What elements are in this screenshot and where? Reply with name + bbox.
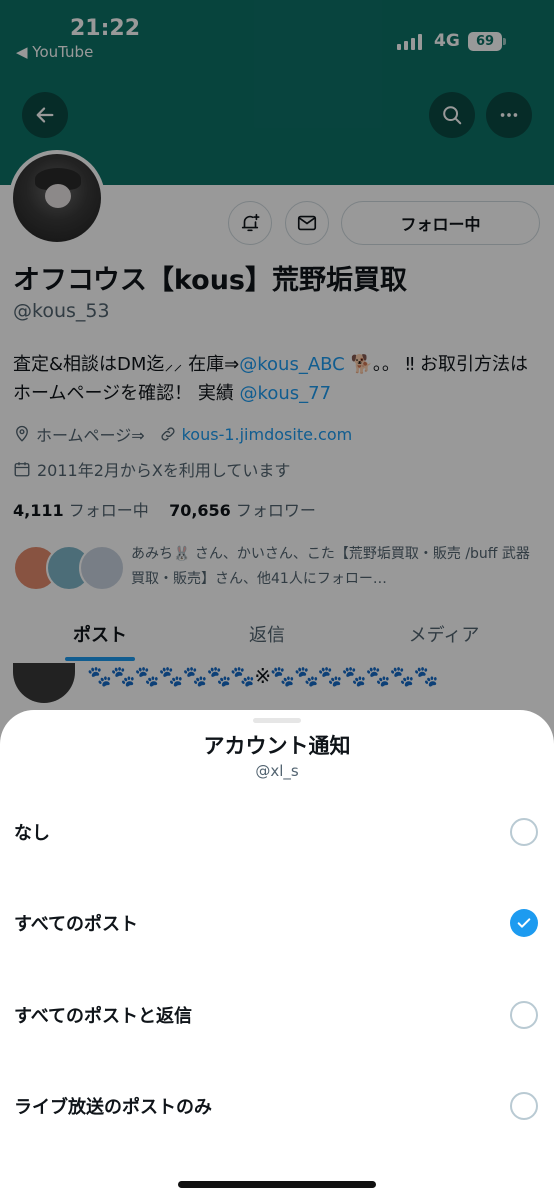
- account-notifications-sheet: アカウント通知 @xl_s なし すべてのポスト すべてのポストと返信 ライブ放…: [0, 710, 554, 1200]
- home-indicator[interactable]: [178, 1181, 376, 1188]
- radio-button[interactable]: [510, 1001, 538, 1029]
- sheet-grabber[interactable]: [253, 718, 301, 723]
- radio-button[interactable]: [510, 1092, 538, 1120]
- option-posts-and-replies[interactable]: すべてのポストと返信: [0, 975, 554, 1055]
- option-live-only[interactable]: ライブ放送のポストのみ: [0, 1066, 554, 1146]
- option-label: なし: [14, 823, 50, 844]
- option-label: ライブ放送のポストのみ: [14, 1097, 212, 1118]
- sheet-subtitle: @xl_s: [255, 762, 299, 780]
- option-none[interactable]: なし: [0, 792, 554, 872]
- option-label: すべてのポスト: [14, 914, 139, 935]
- sheet-title: アカウント通知: [203, 734, 351, 758]
- radio-button-selected[interactable]: [510, 909, 538, 937]
- checkmark-icon: [517, 918, 531, 928]
- option-all-posts[interactable]: すべてのポスト: [0, 883, 554, 963]
- option-label: すべてのポストと返信: [14, 1006, 193, 1027]
- radio-button[interactable]: [510, 818, 538, 846]
